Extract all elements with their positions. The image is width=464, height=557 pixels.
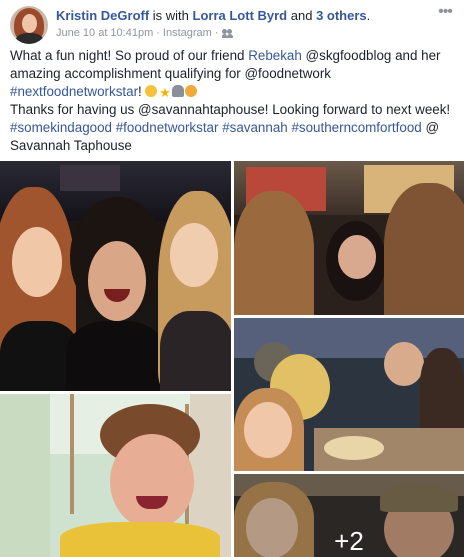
source-suffix: · xyxy=(214,27,219,39)
message-text: What a fun night! So proud of our friend xyxy=(10,48,249,63)
mention-rebekah[interactable]: Rebekah xyxy=(248,48,302,63)
photo-5[interactable]: +2 xyxy=(234,474,464,557)
more-photos-count: +2 xyxy=(334,526,364,556)
post-meta-line: June 10 at 10:41pm · Instagram · xyxy=(56,27,233,39)
photo-3[interactable] xyxy=(234,161,464,315)
author-name[interactable]: Kristin DeGroff xyxy=(56,8,149,23)
hashtag-link[interactable]: #savannah xyxy=(222,120,288,135)
message-text: ! xyxy=(138,84,146,99)
more-options-icon[interactable]: ••• xyxy=(436,4,454,22)
hashtag-link[interactable]: #southerncomfortfood xyxy=(291,120,421,135)
source-app[interactable]: Instagram xyxy=(163,27,212,39)
tagged-friend[interactable]: Lorra Lott Byrd xyxy=(193,8,288,23)
hashtag-link[interactable]: #somekindagood xyxy=(10,120,112,135)
message-line-5: Savannah Taphouse xyxy=(10,137,456,155)
post-header: Kristin DeGroff is with Lorra Lott Byrd … xyxy=(10,4,454,44)
hashtag-link[interactable]: #foodnetworkstar xyxy=(116,120,219,135)
post-title-line: Kristin DeGroff is with Lorra Lott Byrd … xyxy=(56,8,370,23)
photo-1[interactable] xyxy=(0,161,231,391)
with-text: is with xyxy=(149,8,193,23)
photo-2[interactable] xyxy=(0,394,231,557)
message-line-1: What a fun night! So proud of our friend… xyxy=(10,47,456,83)
post-message: What a fun night! So proud of our friend… xyxy=(10,47,456,155)
photo-grid: +2 xyxy=(0,161,464,557)
others-link[interactable]: 3 others xyxy=(316,8,367,23)
message-line-4: #somekindagood #foodnetworkstar #savanna… xyxy=(10,119,456,137)
separator: · xyxy=(156,27,160,39)
message-text: @ xyxy=(421,120,440,135)
place-link[interactable]: Savannah Taphouse xyxy=(10,138,132,153)
headphones-emoji xyxy=(172,85,185,97)
message-line-2: #nextfoodnetworkstar! ★ xyxy=(10,83,456,101)
face-emoji xyxy=(185,85,198,97)
facebook-post: Kristin DeGroff is with Lorra Lott Byrd … xyxy=(0,0,464,557)
author-avatar[interactable] xyxy=(10,6,48,44)
grinning-face-emoji xyxy=(145,85,158,97)
friends-icon[interactable] xyxy=(221,28,233,38)
and-text: and xyxy=(287,8,317,23)
period: . xyxy=(366,8,371,23)
star-emoji: ★ xyxy=(159,85,171,100)
hashtag-link[interactable]: #nextfoodnetworkstar xyxy=(10,84,138,99)
message-line-3: Thanks for having us @savannahtaphouse! … xyxy=(10,102,451,117)
timestamp[interactable]: June 10 at 10:41pm xyxy=(56,27,153,39)
photo-4[interactable] xyxy=(234,318,464,471)
more-photos-overlay[interactable]: +2 xyxy=(234,474,464,557)
